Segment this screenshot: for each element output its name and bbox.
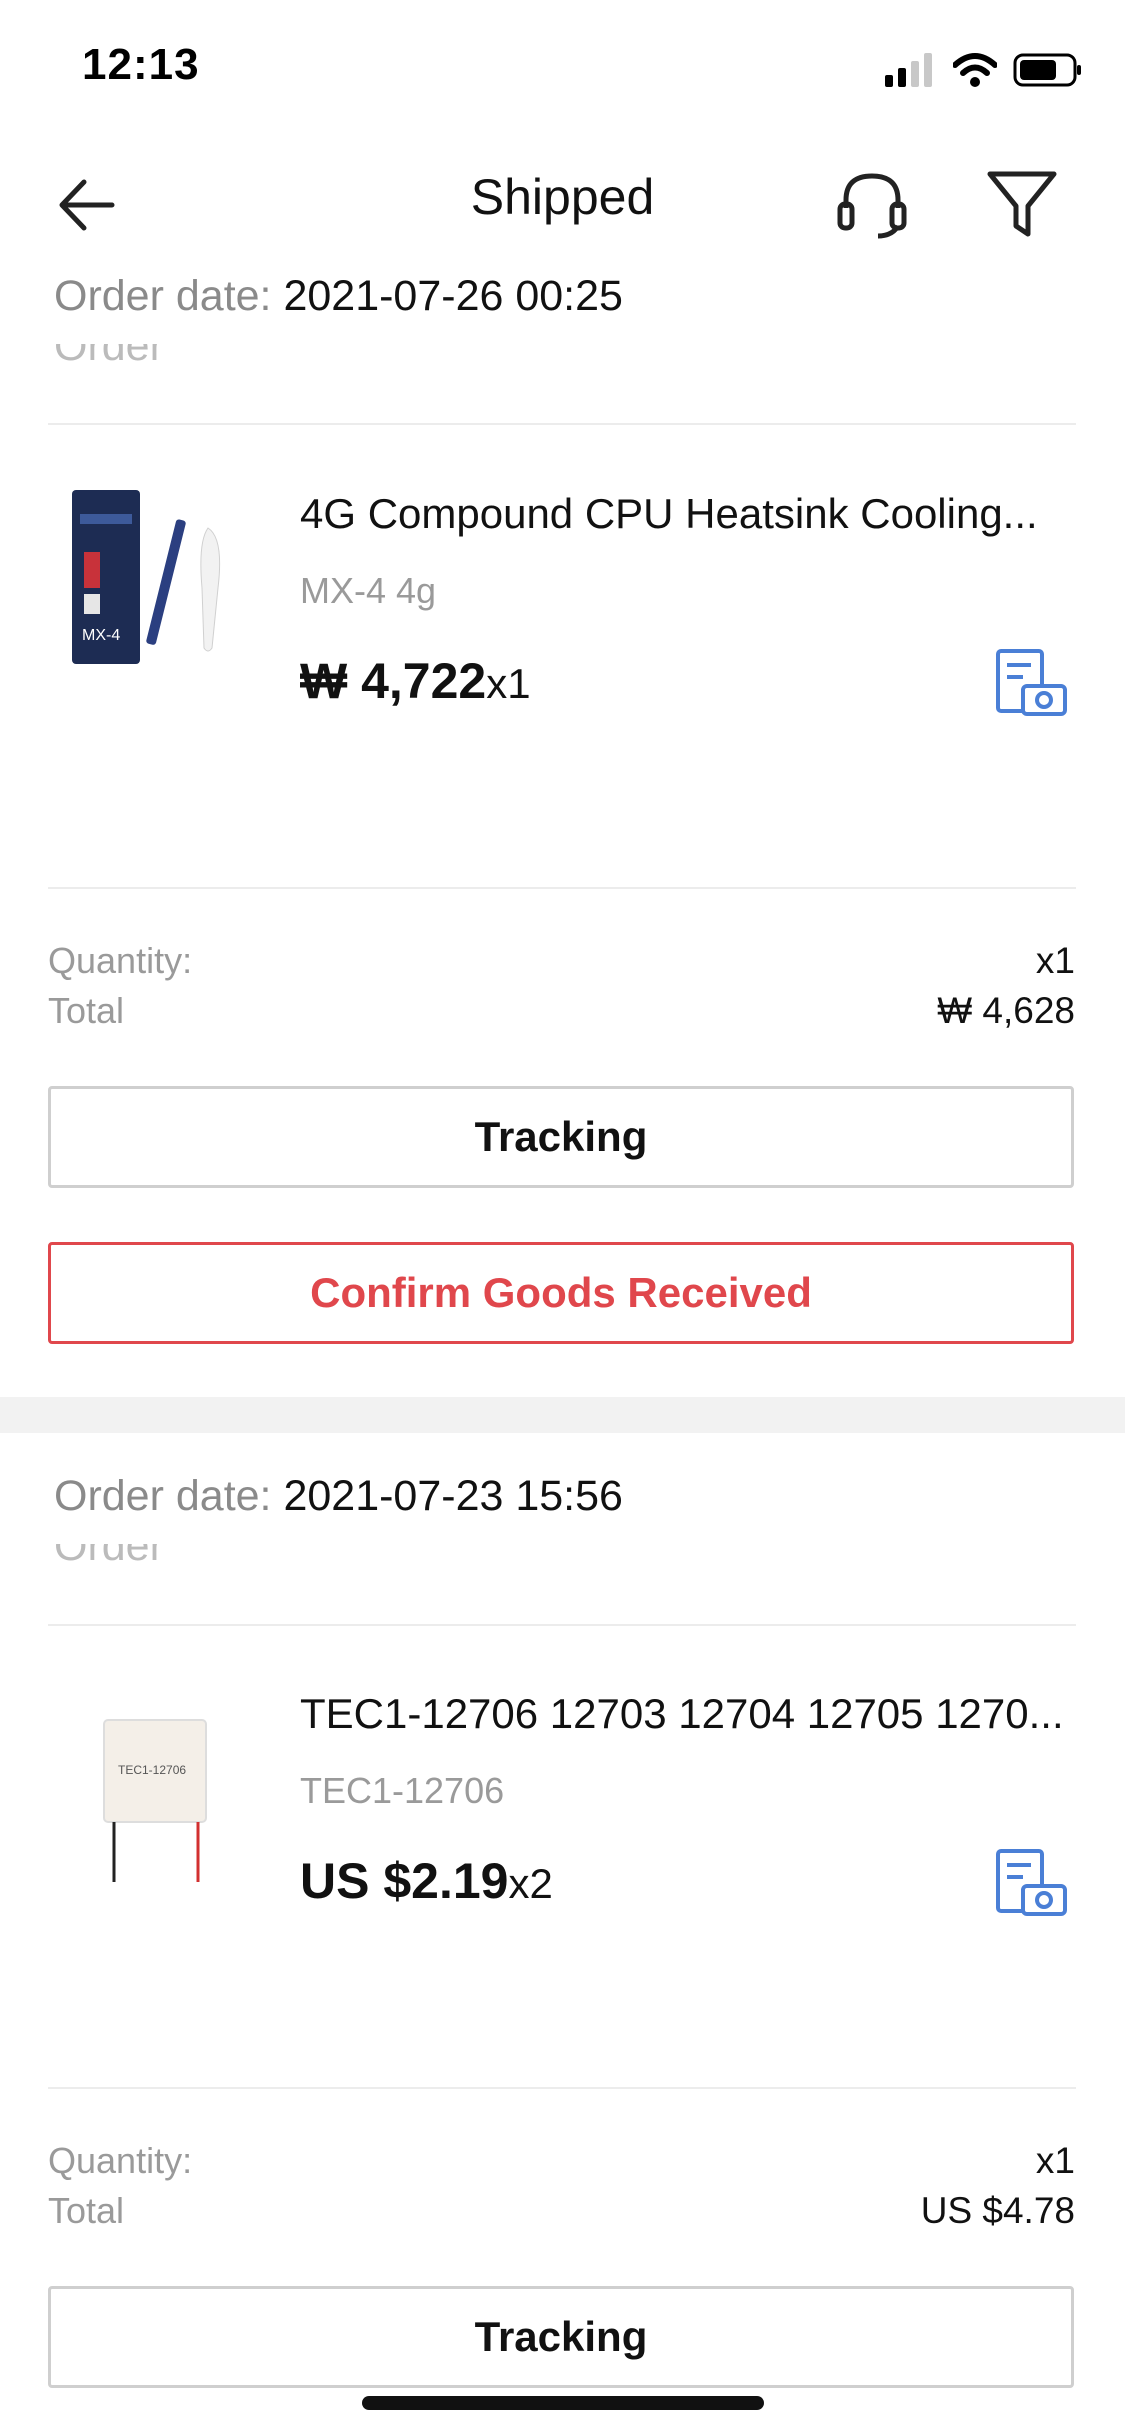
order-date-value: 2021-07-26 00:25 [283, 272, 623, 320]
product-price: US $2.19x2 [300, 1852, 553, 1910]
price-quantity: x1 [486, 660, 531, 707]
page-title: Shipped [470, 169, 655, 225]
quantity-value: x1 [1035, 940, 1075, 981]
product-price: ₩ 4,722x1 [300, 652, 531, 710]
total-label: Total [48, 2190, 125, 2231]
total-value: ₩ 4,628 [937, 990, 1075, 1031]
filter-icon[interactable] [982, 164, 1062, 244]
home-indicator[interactable] [362, 2396, 764, 2410]
quantity-label: Quantity: [48, 2140, 193, 2181]
order-date: Order date: 2021-07-23 15:56 [54, 1472, 623, 1521]
divider [48, 2087, 1076, 2089]
photo-review-icon[interactable] [995, 1848, 1069, 1918]
tracking-button[interactable]: Tracking [48, 2286, 1074, 2388]
photo-review-icon[interactable] [995, 648, 1069, 718]
cellular-signal-icon [885, 53, 932, 87]
product-thumbnail[interactable]: MX-4 [58, 478, 268, 688]
order-date-label: Order date: [54, 1472, 272, 1520]
price-quantity: x2 [508, 1860, 553, 1907]
battery-icon [1013, 53, 1081, 87]
product-thumbnail-label: MX-4 [82, 627, 120, 644]
order-date: Order date: 2021-07-26 00:25 [54, 272, 623, 321]
product-variant: MX-4 4g [300, 570, 437, 611]
total-label: Total [48, 990, 125, 1031]
product-thumbnail[interactable]: TEC1-12706 [58, 1680, 268, 1890]
product-title[interactable]: 4G Compound CPU Heatsink Cooling... [300, 490, 1075, 538]
quantity-label: Quantity: [48, 940, 193, 981]
order-date-label: Order date: [54, 272, 272, 320]
wifi-icon [953, 53, 997, 87]
section-separator [0, 1397, 1125, 1433]
quantity-value: x1 [1035, 2140, 1075, 2181]
confirm-goods-received-button[interactable]: Confirm Goods Received [48, 1242, 1074, 1344]
status-time: 12:13 [82, 40, 200, 89]
order-date-value: 2021-07-23 15:56 [283, 1472, 623, 1520]
product-thumbnail-label: TEC1-12706 [118, 1763, 186, 1777]
divider [48, 423, 1076, 425]
tracking-button[interactable]: Tracking [48, 1086, 1074, 1188]
order-number-clipped: Order [54, 1544, 164, 1570]
product-title[interactable]: TEC1-12706 12703 12704 12705 1270... [300, 1690, 1075, 1738]
divider [48, 1624, 1076, 1626]
navigation-bar: Shipped [0, 140, 1125, 260]
status-bar: 12:13 [0, 0, 1125, 140]
status-icons [885, 50, 1083, 90]
divider [48, 887, 1076, 889]
price-value: ₩ 4,722 [300, 653, 487, 709]
price-value: US $2.19 [300, 1853, 509, 1909]
product-variant: TEC1-12706 [300, 1770, 505, 1811]
headset-support-icon[interactable] [832, 164, 912, 244]
total-value: US $4.78 [920, 2190, 1075, 2231]
order-number-clipped: Order [54, 344, 164, 370]
